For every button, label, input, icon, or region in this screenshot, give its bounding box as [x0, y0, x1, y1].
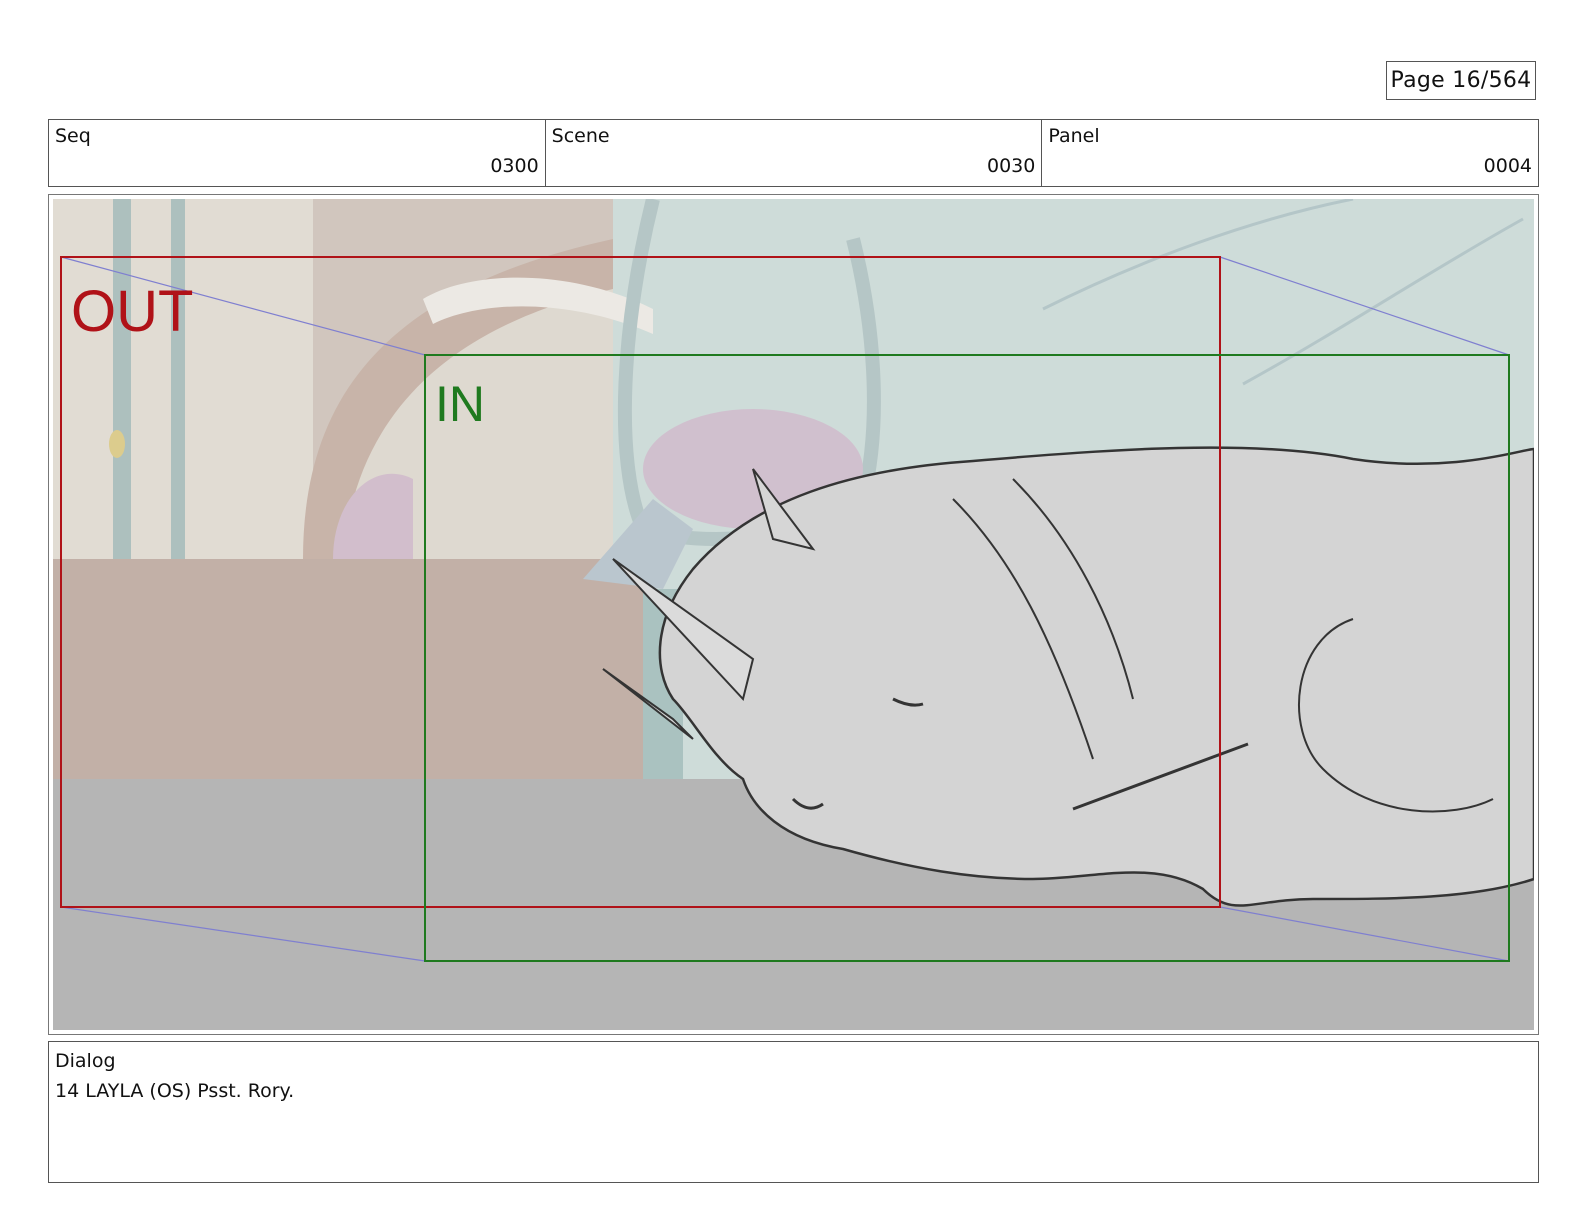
scene-cell: Scene 0030	[546, 120, 1043, 186]
dialog-box: Dialog 14 LAYLA (OS) Psst. Rory.	[48, 1041, 1539, 1183]
panel-cell: Panel 0004	[1042, 120, 1538, 186]
scene-label: Scene	[551, 125, 610, 147]
panel-label: Panel	[1048, 125, 1100, 147]
page-number: Page 16/564	[1386, 61, 1536, 100]
seq-label: Seq	[55, 125, 91, 147]
dialog-label: Dialog	[55, 1050, 116, 1072]
dialog-text: 14 LAYLA (OS) Psst. Rory.	[55, 1080, 295, 1102]
storyboard-frame: OUT IN	[48, 194, 1539, 1035]
panel-value: 0004	[1483, 155, 1533, 177]
panel-header: Seq 0300 Scene 0030 Panel 0004	[48, 119, 1539, 187]
seq-cell: Seq 0300	[49, 120, 546, 186]
out-frame-label: OUT	[71, 279, 193, 344]
seq-value: 0300	[490, 155, 539, 177]
wash-overlay	[53, 199, 1534, 1030]
storyboard-artwork: OUT IN	[53, 199, 1534, 1030]
in-frame-label: IN	[435, 376, 485, 432]
scene-value: 0030	[986, 155, 1036, 177]
